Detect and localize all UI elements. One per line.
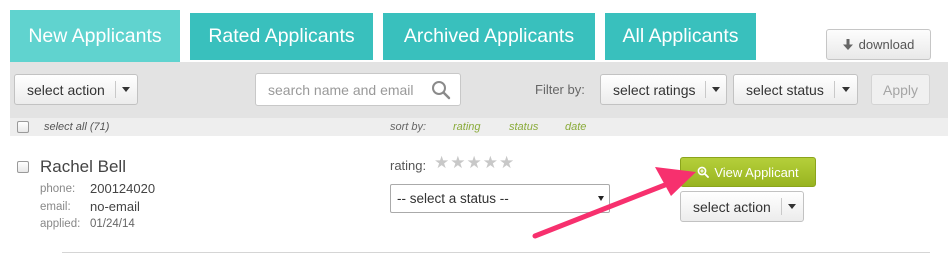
toolbar: select action Filter by: select ratings … — [10, 62, 948, 118]
applicant-row: Rachel Bell phone: 200124020 email: no-e… — [10, 136, 948, 260]
select-all-label: select all (71) — [44, 121, 110, 133]
sort-by-label: sort by: — [390, 121, 427, 133]
view-applicant-label: View Applicant — [714, 164, 799, 180]
search-input[interactable] — [256, 81, 424, 98]
star-icon[interactable]: ★ — [467, 155, 482, 172]
star-icon[interactable]: ★ — [434, 155, 449, 172]
download-label: download — [858, 37, 915, 52]
applicant-select-action-dropdown[interactable]: select action — [680, 191, 804, 222]
email-value: no-email — [90, 199, 140, 214]
select-status-dropdown[interactable]: select status — [733, 74, 858, 105]
phone-label: phone: — [40, 183, 76, 195]
applicant-select-action-label: select action — [693, 198, 771, 215]
bulk-select-action-dropdown[interactable]: select action — [14, 74, 138, 105]
tab-all-applicants[interactable]: All Applicants — [605, 13, 756, 60]
download-button[interactable]: download — [826, 29, 931, 60]
tab-new-applicants[interactable]: New Applicants — [10, 10, 180, 62]
star-icon[interactable]: ★ — [450, 155, 465, 172]
select-status-label: select status — [746, 81, 824, 98]
rating-label: rating: — [390, 158, 427, 173]
status-select-value: -- select a status -- — [397, 191, 509, 206]
view-applicant-button[interactable]: View Applicant — [680, 157, 816, 187]
chevron-down-icon — [782, 204, 803, 209]
applicant-checkbox[interactable] — [17, 161, 29, 173]
applicant-tabs: New Applicants Rated Applicants Archived… — [0, 0, 948, 62]
phone-value: 200124020 — [90, 181, 156, 196]
star-icon[interactable]: ★ — [499, 155, 514, 172]
download-arrow-icon — [842, 38, 853, 50]
select-arrow-icon — [598, 196, 604, 201]
sort-by-rating-link[interactable]: rating — [453, 121, 481, 133]
sort-by-date-link[interactable]: date — [565, 121, 586, 133]
search-box — [255, 73, 461, 106]
chevron-down-icon — [835, 87, 857, 92]
select-ratings-dropdown[interactable]: select ratings — [600, 74, 727, 105]
status-select[interactable]: -- select a status -- — [390, 184, 610, 213]
applied-label: applied: — [40, 218, 81, 230]
email-label: email: — [40, 201, 71, 213]
select-ratings-label: select ratings — [613, 81, 696, 98]
chevron-down-icon — [116, 87, 137, 92]
applicant-name: Rachel Bell — [40, 157, 126, 176]
bulk-select-action-label: select action — [27, 81, 105, 98]
chevron-down-icon — [706, 87, 726, 92]
zoom-icon — [697, 166, 710, 178]
row-divider — [62, 252, 930, 253]
search-icon[interactable] — [431, 80, 451, 100]
applied-date: 01/24/14 — [90, 218, 135, 230]
apply-button[interactable]: Apply — [871, 74, 930, 105]
star-icon[interactable]: ★ — [483, 155, 498, 172]
select-all-checkbox[interactable] — [17, 121, 29, 133]
list-header-bar: select all (71) sort by: rating status d… — [10, 118, 948, 136]
rating-stars: ★ ★ ★ ★ ★ — [434, 155, 514, 172]
tab-rated-applicants[interactable]: Rated Applicants — [190, 13, 373, 60]
filter-label: Filter by: — [535, 82, 585, 97]
sort-by-status-link[interactable]: status — [509, 121, 538, 133]
tab-archived-applicants[interactable]: Archived Applicants — [383, 13, 595, 60]
